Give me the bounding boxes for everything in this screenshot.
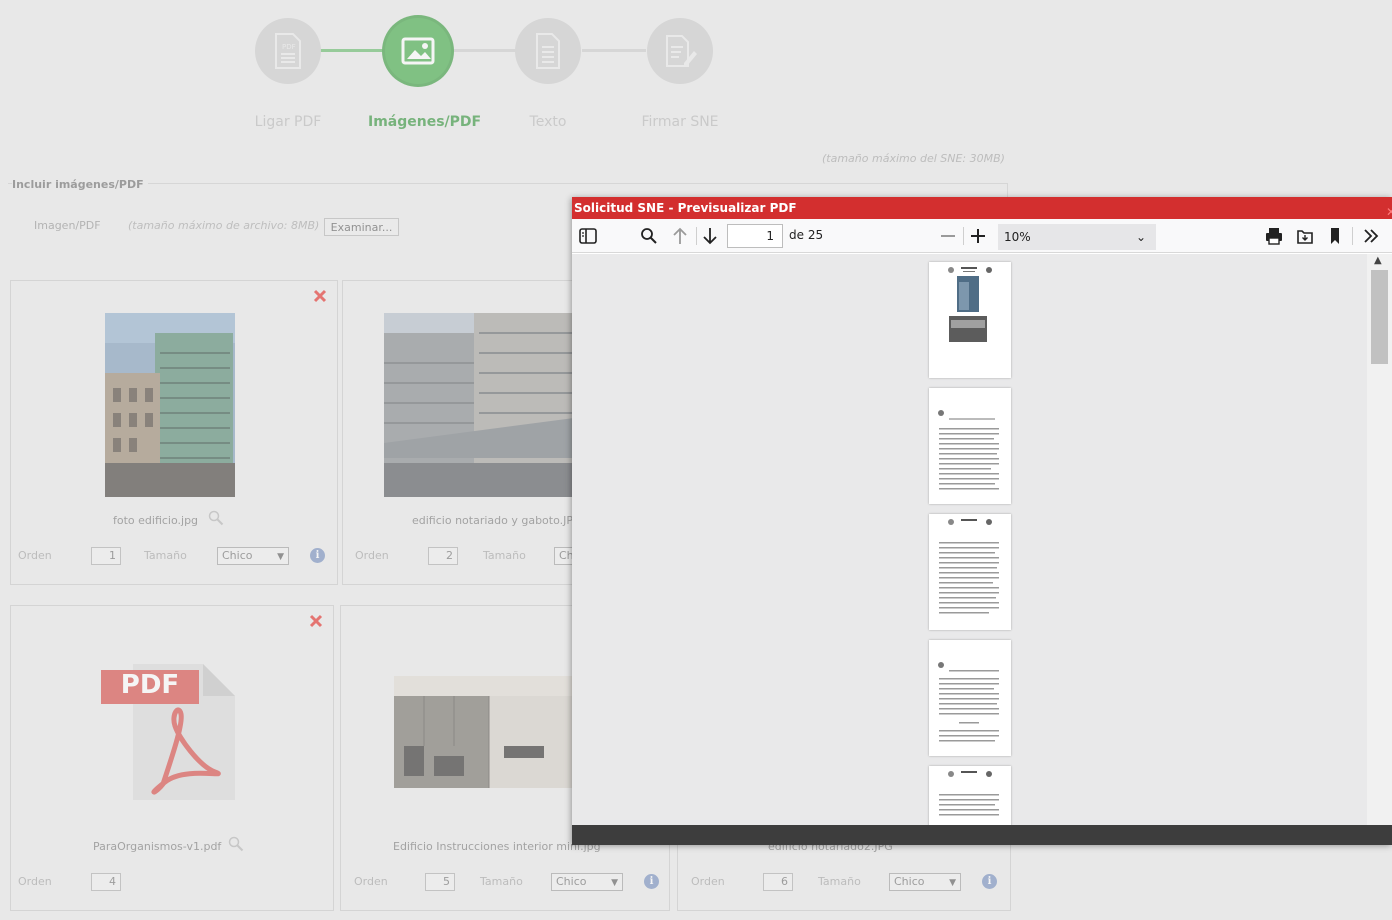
file-name: Edificio Instrucciones interior mini.jpg	[393, 840, 601, 853]
interior-photo-thumbnail	[394, 676, 574, 788]
sidebar-toggle-icon[interactable]	[578, 226, 598, 246]
order-label: Orden	[355, 549, 389, 562]
building-photo-thumbnail	[105, 313, 235, 497]
pdf-page-thumbnail[interactable]	[929, 388, 1011, 504]
step-label: Ligar PDF	[254, 114, 322, 130]
info-icon[interactable]: i	[310, 548, 325, 563]
pdf-page-thumbnail[interactable]	[929, 640, 1011, 756]
print-icon[interactable]	[1264, 226, 1284, 246]
info-icon[interactable]: i	[982, 874, 997, 889]
pdf-document-icon: PDF	[255, 18, 321, 84]
pdf-badge: PDF	[120, 670, 180, 700]
page-number-input[interactable]: 1	[727, 224, 783, 248]
size-select[interactable]: Chico ▼	[889, 873, 961, 891]
pdf-toolbar: 1 de 25 10% ⌄	[572, 219, 1392, 253]
zoom-select[interactable]: 10% ⌄	[998, 224, 1156, 250]
zoom-out-icon[interactable]	[938, 226, 958, 246]
step-ligar-pdf[interactable]: PDF Ligar PDF	[238, 18, 338, 130]
file-input-label: Imagen/PDF	[34, 219, 101, 232]
info-icon[interactable]: i	[644, 874, 659, 889]
chevron-down-icon: ▼	[611, 878, 618, 888]
modal-footer	[572, 825, 1392, 845]
step-label: Imágenes/PDF	[368, 114, 482, 130]
pdf-preview-modal: Solicitud SNE - Previsualizar PDF ✕ 1 de…	[572, 197, 1392, 845]
pdf-page-thumbnail[interactable]	[929, 766, 1011, 825]
order-label: Orden	[354, 875, 388, 888]
magnifier-icon[interactable]	[208, 510, 224, 526]
size-select[interactable]: Chico ▼	[217, 547, 289, 565]
order-input[interactable]: 2	[428, 547, 458, 565]
order-input[interactable]: 1	[91, 547, 121, 565]
bookmark-icon[interactable]	[1325, 226, 1345, 246]
size-select[interactable]: Chico ▼	[551, 873, 623, 891]
max-sne-size-note: (tamaño máximo del SNE: 30MB)	[822, 152, 1005, 165]
size-label: Tamaño	[483, 549, 526, 562]
step-label: Texto	[529, 114, 567, 130]
file-size-note: (tamaño máximo de archivo: 8MB)	[128, 219, 320, 232]
scrollbar-thumb[interactable]	[1371, 270, 1388, 364]
browse-button[interactable]: Examinar...	[324, 218, 399, 236]
size-label: Tamaño	[818, 875, 861, 888]
more-tools-icon[interactable]	[1361, 226, 1381, 246]
order-input[interactable]: 6	[763, 873, 793, 891]
page-count-label: de 25	[789, 228, 824, 242]
toolbar-separator	[1352, 227, 1353, 245]
step-texto[interactable]: Texto	[498, 18, 598, 130]
step-label: Firmar SNE	[641, 114, 719, 130]
building-photo-thumbnail	[384, 313, 572, 497]
file-name: edificio notariado y gaboto.JPG	[412, 514, 582, 527]
close-icon[interactable]	[309, 614, 323, 628]
modal-title: Solicitud SNE - Previsualizar PDF ✕	[572, 197, 1392, 219]
step-imagenes-pdf[interactable]: Imágenes/PDF	[368, 18, 482, 130]
pdf-page-thumbnail[interactable]	[929, 262, 1011, 378]
chevron-down-icon: ▼	[277, 552, 284, 562]
chevron-down-icon: ⌄	[1135, 230, 1146, 244]
order-label: Orden	[18, 875, 52, 888]
file-name: ParaOrganismos-v1.pdf	[93, 840, 222, 853]
modal-title-text: Solicitud SNE - Previsualizar PDF	[574, 201, 797, 215]
size-label: Tamaño	[144, 549, 187, 562]
sign-document-icon	[647, 18, 713, 84]
close-icon[interactable]	[313, 289, 327, 303]
order-label: Orden	[691, 875, 725, 888]
next-page-icon[interactable]	[700, 226, 720, 246]
order-input[interactable]: 4	[91, 873, 121, 891]
image-icon	[385, 18, 451, 84]
search-icon[interactable]	[639, 226, 659, 246]
size-select-value: Chico	[556, 875, 587, 888]
svg-text:PDF: PDF	[282, 43, 296, 51]
zoom-in-icon[interactable]	[968, 226, 988, 246]
step-firmar-sne[interactable]: Firmar SNE	[630, 18, 730, 130]
file-name: foto edificio.jpg	[113, 514, 199, 527]
pdf-card: PDF ParaOrganismos-v1.pdf Orden 4	[10, 605, 334, 911]
size-label: Tamaño	[480, 875, 523, 888]
download-icon[interactable]	[1295, 226, 1315, 246]
previous-page-icon[interactable]	[670, 226, 690, 246]
pdf-page-thumbnail[interactable]	[929, 514, 1011, 630]
magnifier-icon[interactable]	[228, 836, 244, 852]
text-document-icon	[515, 18, 581, 84]
include-legend: Incluir imágenes/PDF	[12, 178, 148, 191]
pdf-thumbnail-viewer[interactable]: ▲	[572, 254, 1392, 825]
size-select-value: Chico	[222, 549, 253, 562]
toolbar-separator	[963, 227, 964, 245]
scroll-up-icon[interactable]: ▲	[1374, 255, 1382, 266]
size-select-value: Chico	[894, 875, 925, 888]
order-label: Orden	[18, 549, 52, 562]
toolbar-separator	[696, 227, 697, 245]
image-card: foto edificio.jpg Orden 1 Tamaño Chico ▼ …	[10, 280, 338, 585]
vertical-scrollbar[interactable]: ▲	[1367, 254, 1392, 825]
zoom-value: 10%	[1004, 230, 1031, 244]
order-input[interactable]: 5	[425, 873, 455, 891]
chevron-down-icon: ▼	[949, 878, 956, 888]
